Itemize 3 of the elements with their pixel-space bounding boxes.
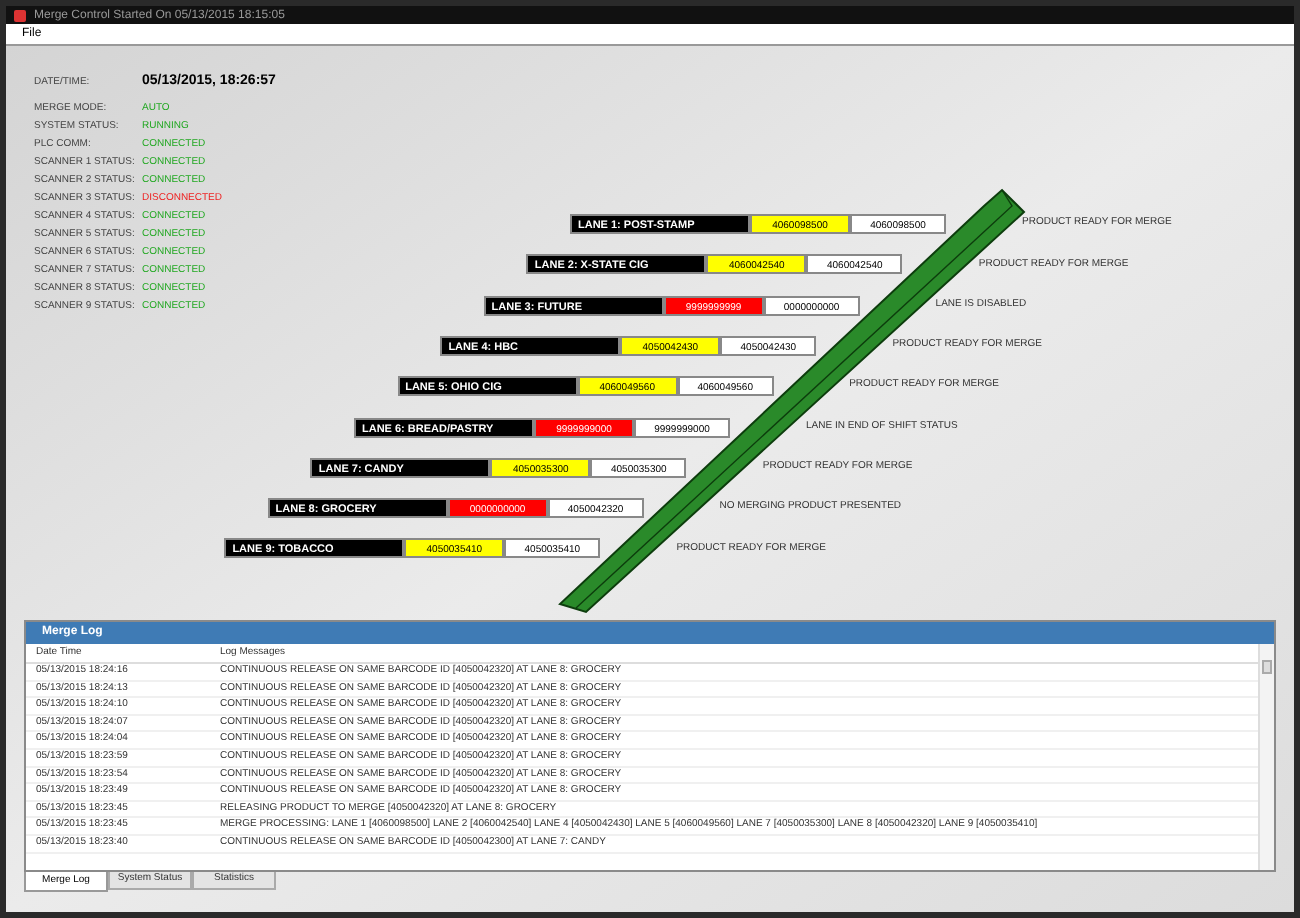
scrollbar[interactable] (1258, 644, 1274, 870)
app-icon (14, 9, 26, 21)
scroll-thumb[interactable] (1262, 660, 1272, 674)
